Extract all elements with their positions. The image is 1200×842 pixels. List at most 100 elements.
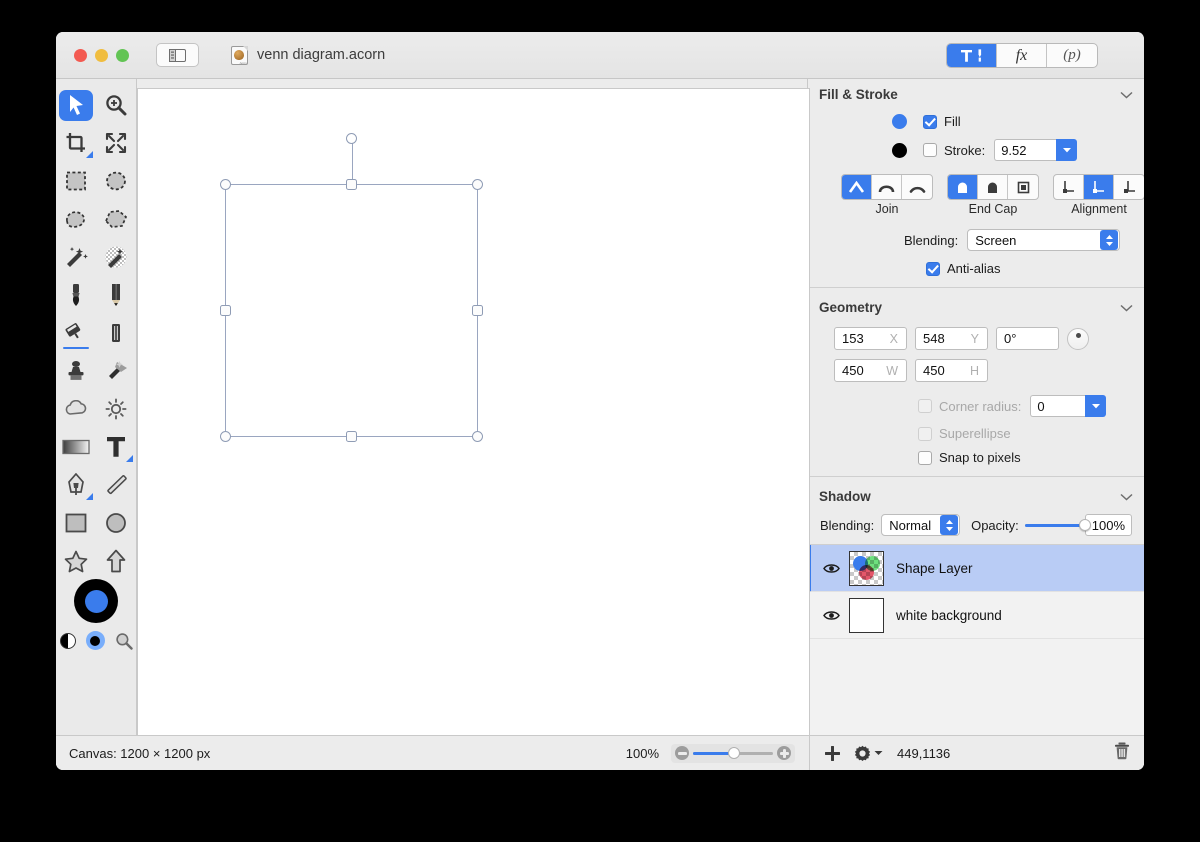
join-miter-option[interactable] bbox=[842, 175, 872, 199]
shadow-opacity-field[interactable]: 100% bbox=[1084, 514, 1132, 536]
zoom-slider-track[interactable] bbox=[693, 747, 773, 759]
canvas-area[interactable] bbox=[137, 79, 810, 770]
default-colors-icon[interactable] bbox=[85, 631, 105, 650]
transform-tool[interactable] bbox=[96, 124, 136, 162]
superellipse-checkbox[interactable] bbox=[918, 426, 932, 441]
zoom-slider[interactable] bbox=[671, 743, 795, 763]
ellipse-tool[interactable] bbox=[96, 504, 136, 542]
minimize-button[interactable] bbox=[95, 48, 108, 62]
magnifier-icon[interactable] bbox=[115, 632, 133, 650]
join-segmented[interactable] bbox=[841, 174, 933, 200]
magic-wand-tool[interactable] bbox=[56, 238, 96, 276]
rotation-handle[interactable] bbox=[346, 133, 357, 144]
dodge-tool[interactable] bbox=[96, 390, 136, 428]
rectangular-select-tool[interactable] bbox=[56, 162, 96, 200]
layer-white-background[interactable]: white background bbox=[808, 592, 1144, 639]
chevron-down-icon[interactable] bbox=[1120, 489, 1133, 504]
endcap-segmented[interactable] bbox=[947, 174, 1039, 200]
close-button[interactable] bbox=[74, 48, 87, 62]
stroke-checkbox[interactable] bbox=[923, 143, 937, 157]
layer-visibility-toggle[interactable] bbox=[822, 610, 840, 621]
elliptical-select-tool[interactable] bbox=[96, 162, 136, 200]
eraser-tool[interactable] bbox=[96, 314, 136, 352]
clone-stamp-tool[interactable] bbox=[56, 352, 96, 390]
alignment-outside-option[interactable] bbox=[1114, 175, 1144, 199]
black-white-contrast-icon[interactable] bbox=[59, 632, 76, 649]
alignment-center-option[interactable] bbox=[1084, 175, 1114, 199]
handle-top-middle[interactable] bbox=[345, 179, 357, 190]
layer-actions-menu[interactable] bbox=[854, 745, 883, 762]
pencil-tool[interactable] bbox=[96, 276, 136, 314]
width-field[interactable]: 450 W bbox=[834, 359, 907, 382]
handle-top-right[interactable] bbox=[472, 179, 483, 190]
move-tool[interactable] bbox=[56, 86, 96, 124]
handle-bottom-right[interactable] bbox=[472, 431, 483, 442]
stroke-width-dropdown-button[interactable] bbox=[1056, 139, 1078, 161]
handle-bottom-left[interactable] bbox=[220, 431, 231, 442]
corner-radius-dropdown-button[interactable] bbox=[1085, 395, 1107, 417]
polygon-lasso-tool[interactable] bbox=[96, 200, 136, 238]
antialias-checkbox[interactable] bbox=[926, 261, 940, 276]
paint-bucket-tool[interactable] bbox=[56, 314, 96, 352]
chevron-down-icon[interactable] bbox=[1120, 300, 1133, 315]
sidebar-toggle-button[interactable] bbox=[156, 43, 199, 67]
blending-select[interactable]: Screen bbox=[967, 229, 1121, 251]
delete-layer-button[interactable] bbox=[1114, 742, 1130, 765]
layer-visibility-toggle[interactable] bbox=[822, 563, 840, 574]
chevron-down-icon[interactable] bbox=[1120, 87, 1133, 102]
text-tool[interactable] bbox=[96, 428, 136, 466]
gradient-tool[interactable] bbox=[56, 428, 96, 466]
stroke-width-field[interactable]: 9.52 bbox=[994, 139, 1057, 161]
lasso-tool[interactable] bbox=[56, 200, 96, 238]
x-field[interactable]: 153 X bbox=[834, 327, 907, 350]
corner-radius-stepper[interactable]: 0 bbox=[1030, 395, 1107, 417]
plus-icon[interactable] bbox=[824, 745, 841, 762]
endcap-round-option[interactable] bbox=[978, 175, 1008, 199]
zoom-button[interactable] bbox=[116, 48, 129, 62]
stroke-width-stepper[interactable]: 9.52 bbox=[994, 139, 1078, 161]
blur-tool[interactable] bbox=[56, 390, 96, 428]
handle-right-middle[interactable] bbox=[472, 304, 483, 316]
rotation-dial[interactable] bbox=[1067, 327, 1089, 350]
tab-fx[interactable]: fx bbox=[997, 44, 1047, 67]
shadow-opacity-slider[interactable] bbox=[1024, 518, 1091, 532]
snap-to-pixels-checkbox[interactable] bbox=[918, 450, 932, 465]
brush-tool[interactable] bbox=[56, 276, 96, 314]
shadow-blending-select[interactable]: Normal bbox=[881, 514, 961, 536]
height-field[interactable]: 450 H bbox=[915, 359, 988, 382]
join-bevel-option[interactable] bbox=[902, 175, 932, 199]
tab-presets[interactable]: (p) bbox=[1047, 44, 1097, 67]
handle-left-middle[interactable] bbox=[220, 304, 231, 316]
tab-tools[interactable] bbox=[947, 44, 997, 67]
endcap-square-option[interactable] bbox=[1008, 175, 1038, 199]
zoom-tool[interactable] bbox=[96, 86, 136, 124]
line-tool[interactable] bbox=[96, 466, 136, 504]
stroke-color-well[interactable] bbox=[74, 579, 118, 623]
zoom-out-icon[interactable] bbox=[675, 746, 689, 760]
document-canvas[interactable] bbox=[137, 88, 810, 746]
bezier-pen-tool[interactable] bbox=[56, 466, 96, 504]
fill-swatch[interactable] bbox=[892, 114, 907, 129]
alignment-inside-option[interactable] bbox=[1054, 175, 1084, 199]
join-round-option[interactable] bbox=[872, 175, 902, 199]
corner-radius-checkbox[interactable] bbox=[918, 399, 932, 413]
alignment-segmented[interactable] bbox=[1053, 174, 1144, 200]
y-field[interactable]: 548 Y bbox=[915, 327, 988, 350]
fill-checkbox[interactable] bbox=[923, 114, 937, 129]
corner-radius-field[interactable]: 0 bbox=[1030, 395, 1086, 417]
crop-tool[interactable] bbox=[56, 124, 96, 162]
instant-alpha-tool[interactable] bbox=[96, 238, 136, 276]
stroke-swatch[interactable] bbox=[892, 142, 907, 158]
fill-color-well[interactable] bbox=[84, 589, 108, 613]
arrow-tool[interactable] bbox=[96, 542, 136, 580]
endcap-butt-option[interactable] bbox=[948, 175, 978, 199]
handle-bottom-middle[interactable] bbox=[345, 431, 357, 442]
rotation-field[interactable]: 0° bbox=[996, 327, 1059, 350]
handle-top-left[interactable] bbox=[220, 179, 231, 190]
smudge-tool[interactable] bbox=[96, 352, 136, 390]
star-tool[interactable] bbox=[56, 542, 96, 580]
layer-shape-layer[interactable]: Shape Layer bbox=[808, 545, 1144, 592]
shadow-controls-row: Blending: Normal Opacity: 100% bbox=[808, 512, 1144, 544]
zoom-in-icon[interactable] bbox=[777, 746, 791, 760]
rectangle-tool[interactable] bbox=[56, 504, 96, 542]
